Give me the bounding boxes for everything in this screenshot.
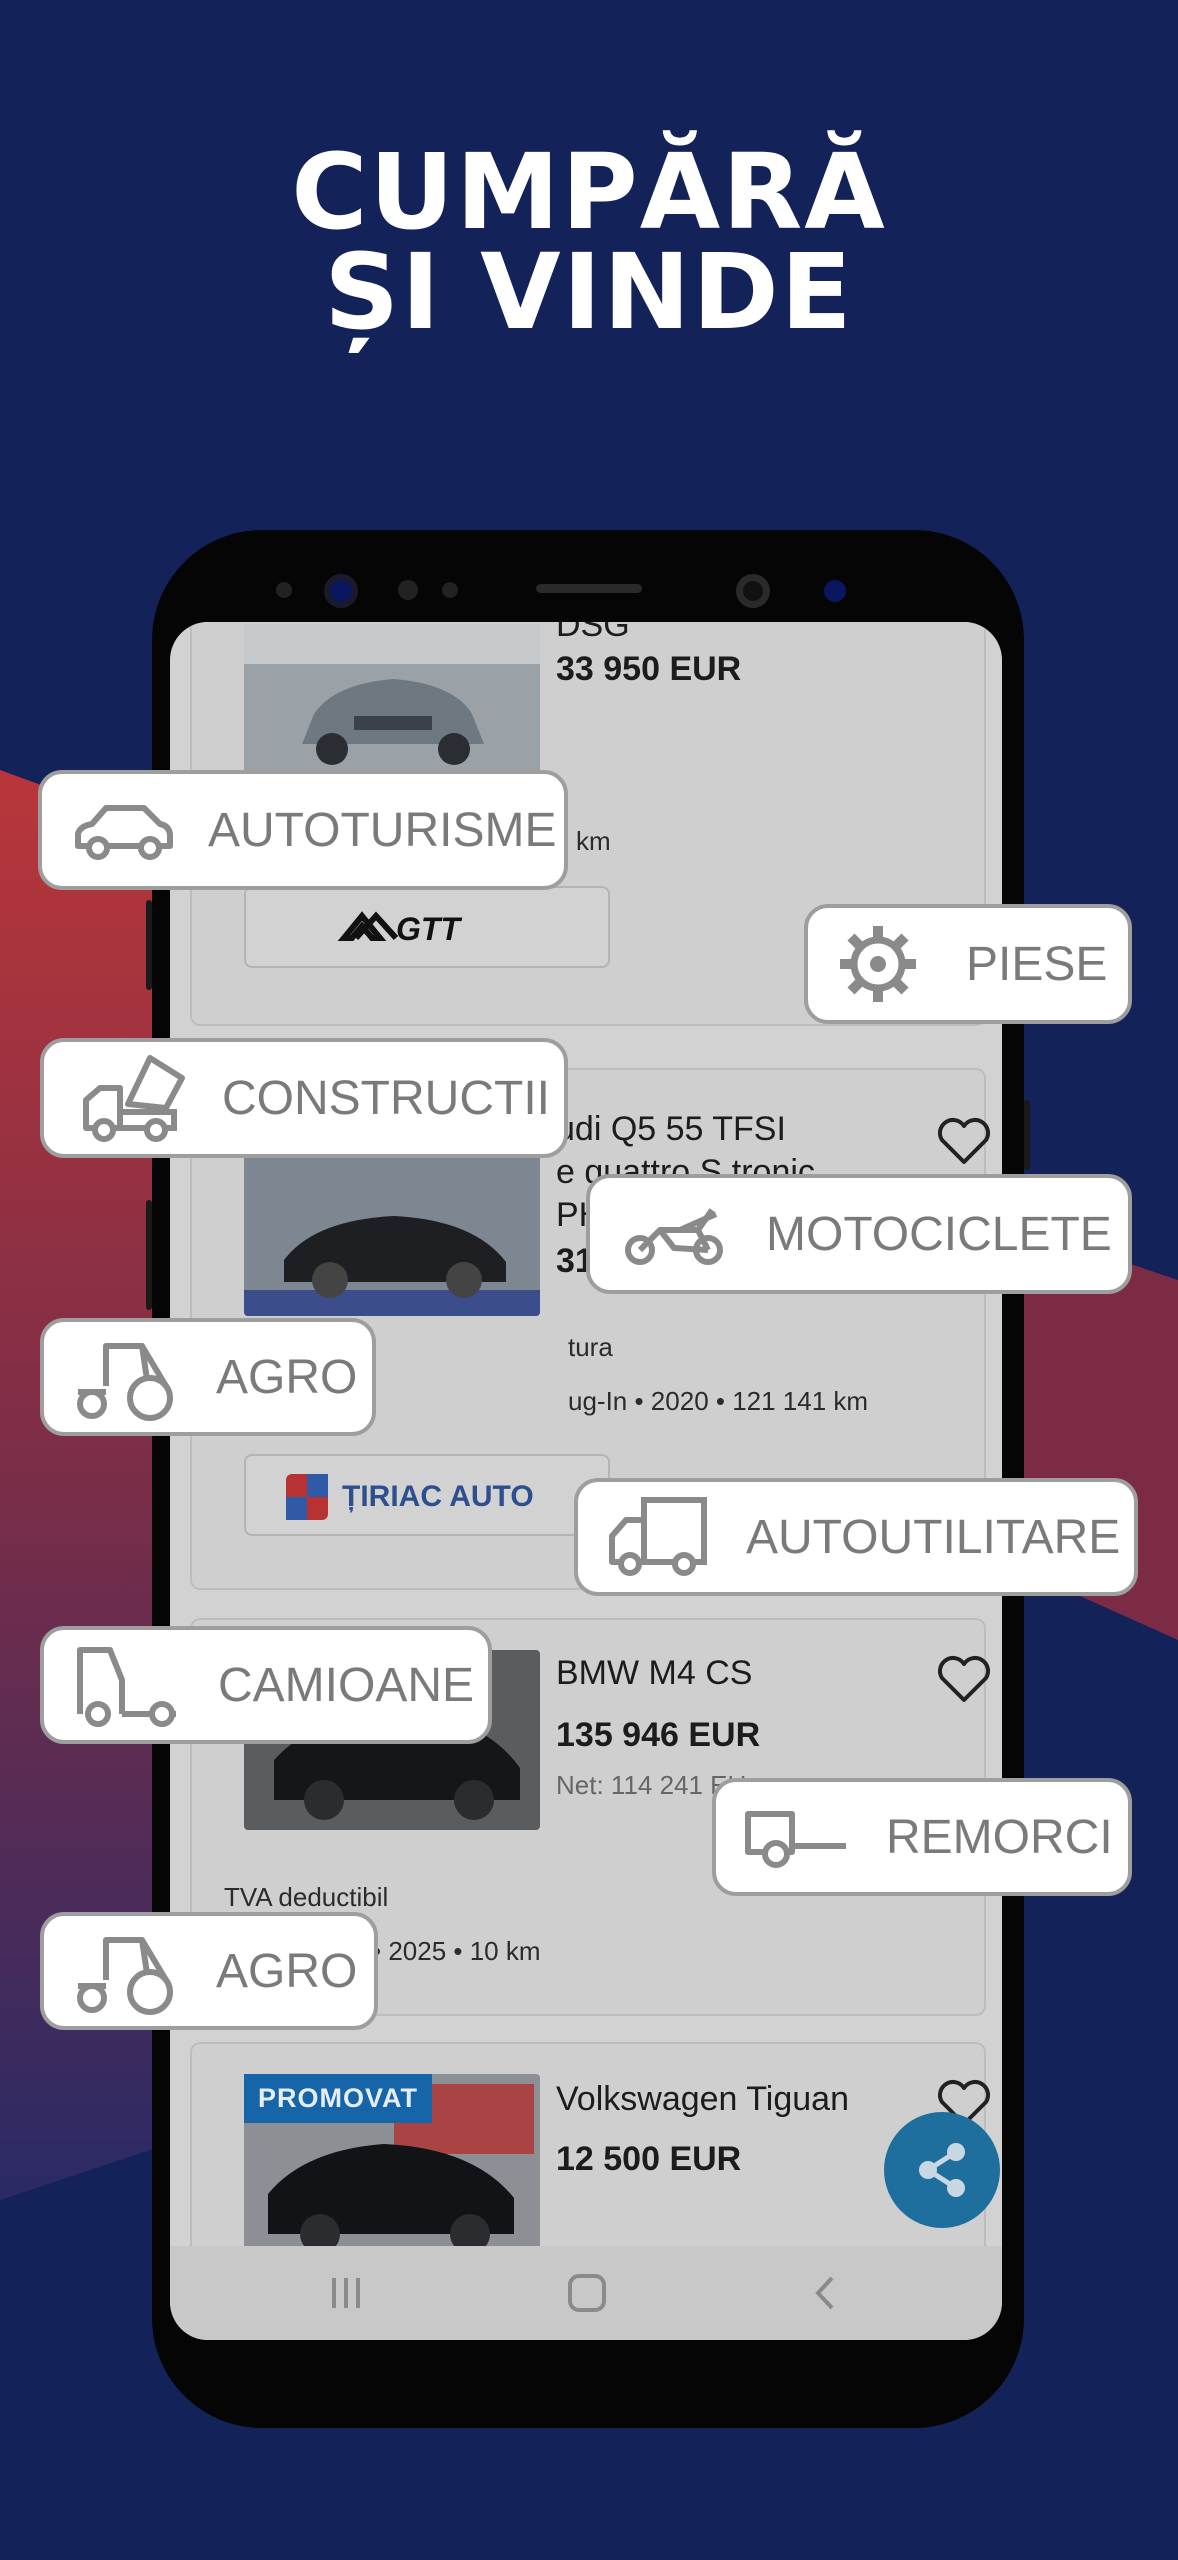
listing-title[interactable]: udi Q5 55 TFSI bbox=[556, 1108, 786, 1151]
dealer-name: ȚIRIAC AUTO bbox=[342, 1480, 534, 1513]
gtt-logo: GTT bbox=[337, 911, 462, 947]
category-label: AUTOTURISME bbox=[208, 803, 557, 857]
category-label: CAMIOANE bbox=[218, 1658, 475, 1712]
listing-title[interactable]: DSG bbox=[556, 622, 630, 647]
van-icon bbox=[609, 1497, 707, 1576]
car-photo-image bbox=[244, 624, 540, 780]
listing-meta: km bbox=[576, 826, 611, 856]
phone-side-button bbox=[146, 1200, 152, 1310]
sensor-icon bbox=[824, 580, 846, 602]
tiriac-auto-logo: ȚIRIAC AUTO bbox=[286, 1474, 534, 1520]
headline-line2: ȘI VINDE bbox=[324, 231, 854, 353]
listing-price: 12 500 EUR bbox=[556, 2140, 742, 2178]
dealer-logo[interactable]: ȚIRIAC AUTO bbox=[244, 1454, 610, 1536]
front-camera-icon bbox=[736, 574, 770, 608]
category-agro[interactable]: AGRO bbox=[40, 1318, 376, 1436]
dump-truck-icon bbox=[83, 1055, 185, 1142]
listing-photo[interactable] bbox=[244, 624, 540, 780]
listing-meta: tura bbox=[568, 1332, 613, 1362]
motorcycle-icon bbox=[625, 1208, 723, 1265]
category-piese[interactable]: PIESE bbox=[804, 904, 1132, 1024]
home-icon[interactable] bbox=[566, 2272, 608, 2314]
phone-side-button bbox=[146, 900, 152, 990]
listing-meta: • 2025 • 10 km bbox=[372, 1936, 541, 1966]
gear-icon bbox=[840, 926, 916, 1002]
car-photo-image bbox=[244, 1150, 540, 1316]
share-button[interactable] bbox=[884, 2112, 1000, 2228]
listing-title[interactable]: Volkswagen Tiguan bbox=[556, 2078, 849, 2121]
listing-price: 135 946 EUR bbox=[556, 1716, 761, 1754]
android-nav-bar bbox=[170, 2246, 1002, 2340]
category-camioane[interactable]: CAMIOANE bbox=[40, 1626, 492, 1744]
category-agro[interactable]: AGRO bbox=[40, 1912, 378, 2030]
recent-apps-icon[interactable] bbox=[326, 2274, 366, 2312]
back-icon[interactable] bbox=[810, 2274, 840, 2312]
headline-line1: CUMPĂRĂ bbox=[291, 131, 887, 253]
trailer-icon bbox=[745, 1811, 846, 1868]
share-icon bbox=[919, 2143, 965, 2197]
category-label: REMORCI bbox=[886, 1810, 1113, 1864]
listing-price: 33 950 EUR bbox=[556, 650, 742, 688]
category-autoturisme[interactable]: AUTOTURISME bbox=[38, 770, 568, 890]
category-label: PIESE bbox=[966, 937, 1108, 991]
truck-icon bbox=[77, 1647, 176, 1727]
listing-meta: ug-In • 2020 • 121 141 km bbox=[568, 1386, 869, 1416]
heart-icon[interactable] bbox=[936, 1654, 992, 1704]
sensor-icon bbox=[398, 580, 418, 600]
category-label: AUTOUTILITARE bbox=[746, 1510, 1121, 1564]
tractor-icon bbox=[77, 1937, 173, 2015]
category-constructii[interactable]: CONSTRUCTII bbox=[40, 1038, 568, 1158]
heart-icon[interactable] bbox=[936, 1116, 992, 1166]
category-remorci[interactable]: REMORCI bbox=[712, 1778, 1132, 1896]
category-label: MOTOCICLETE bbox=[766, 1207, 1112, 1261]
category-label: AGRO bbox=[216, 1350, 358, 1404]
listing-title[interactable]: BMW M4 CS bbox=[556, 1652, 752, 1695]
category-autoutilitare[interactable]: AUTOUTILITARE bbox=[574, 1478, 1138, 1596]
phone-side-button bbox=[1024, 1100, 1030, 1170]
sensor-icon bbox=[276, 582, 292, 598]
dealer-logo[interactable]: GTT bbox=[244, 886, 610, 968]
category-label: AGRO bbox=[216, 1944, 358, 1998]
category-motociclete[interactable]: MOTOCICLETE bbox=[586, 1174, 1132, 1294]
iris-scanner-icon bbox=[324, 574, 358, 608]
earpiece-speaker bbox=[536, 584, 642, 593]
tractor-icon bbox=[77, 1343, 173, 1421]
car-icon bbox=[75, 805, 173, 860]
listing-photo[interactable] bbox=[244, 1150, 540, 1316]
listing-meta: TVA deductibil bbox=[224, 1882, 389, 1912]
svg-text:GTT: GTT bbox=[396, 911, 462, 947]
promoted-badge: PROMOVAT bbox=[244, 2074, 432, 2123]
sensor-icon bbox=[442, 582, 458, 598]
category-label: CONSTRUCTII bbox=[222, 1071, 550, 1125]
